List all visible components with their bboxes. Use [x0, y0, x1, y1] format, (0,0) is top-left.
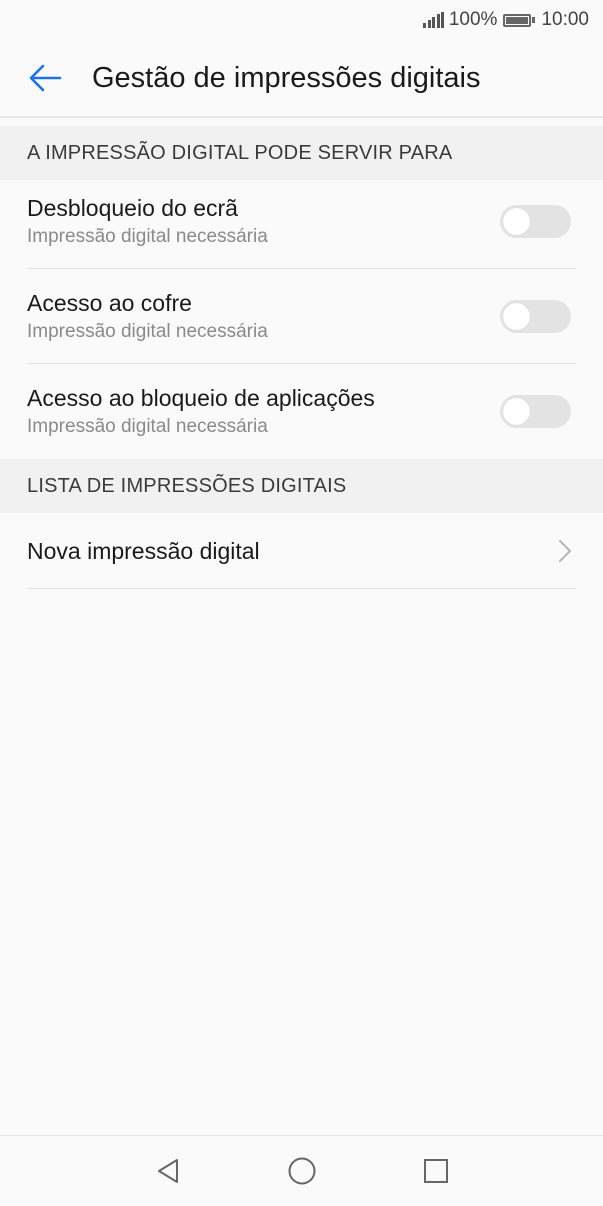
row-title: Nova impressão digital: [27, 537, 260, 564]
status-time: 10:00: [541, 9, 589, 30]
divider: [27, 588, 576, 589]
signal-icon: [423, 12, 446, 28]
app-bar: Gestão de impressões digitais: [0, 40, 603, 118]
row-title: Acesso ao cofre: [27, 289, 192, 316]
nav-back-button[interactable]: [101, 1136, 235, 1206]
back-button[interactable]: [0, 39, 92, 117]
chevron-right-icon: [559, 539, 571, 562]
section-header-uses: A IMPRESSÃO DIGITAL PODE SERVIR PARA: [0, 126, 603, 180]
toggle-knob: [503, 208, 530, 235]
arrow-left-icon: [29, 64, 62, 92]
toggle-knob: [503, 398, 530, 425]
setting-row-safe-access[interactable]: Acesso ao cofre Impressão digital necess…: [0, 269, 603, 364]
nav-recents-button[interactable]: [369, 1136, 503, 1206]
toggle-knob: [503, 303, 530, 330]
nav-back-triangle-icon: [157, 1159, 178, 1183]
row-subtitle: Impressão digital necessária: [27, 320, 268, 342]
row-subtitle: Impressão digital necessária: [27, 415, 268, 437]
setting-row-app-lock-access[interactable]: Acesso ao bloqueio de aplicações Impress…: [0, 364, 603, 459]
page-title: Gestão de impressões digitais: [92, 61, 481, 94]
battery-percentage: 100%: [448, 9, 498, 30]
row-subtitle: Impressão digital necessária: [27, 225, 268, 247]
section-header-fingerprint-list: LISTA DE IMPRESSÕES DIGITAIS: [0, 459, 603, 513]
row-title: Desbloqueio do ecrã: [27, 194, 238, 221]
safe-access-toggle[interactable]: [500, 300, 571, 333]
screen-unlock-toggle[interactable]: [500, 205, 571, 238]
nav-home-button[interactable]: [235, 1136, 369, 1206]
new-fingerprint-row[interactable]: Nova impressão digital: [0, 512, 603, 589]
setting-row-screen-unlock[interactable]: Desbloqueio do ecrã Impressão digital ne…: [0, 174, 603, 269]
nav-home-circle-icon: [288, 1157, 315, 1185]
row-title: Acesso ao bloqueio de aplicações: [27, 384, 375, 411]
navigation-bar: [0, 1135, 603, 1206]
status-bar: 100% 10:00: [0, 0, 603, 40]
app-lock-access-toggle[interactable]: [500, 395, 571, 428]
battery-icon: [503, 13, 536, 27]
nav-recents-square-icon: [423, 1159, 448, 1183]
